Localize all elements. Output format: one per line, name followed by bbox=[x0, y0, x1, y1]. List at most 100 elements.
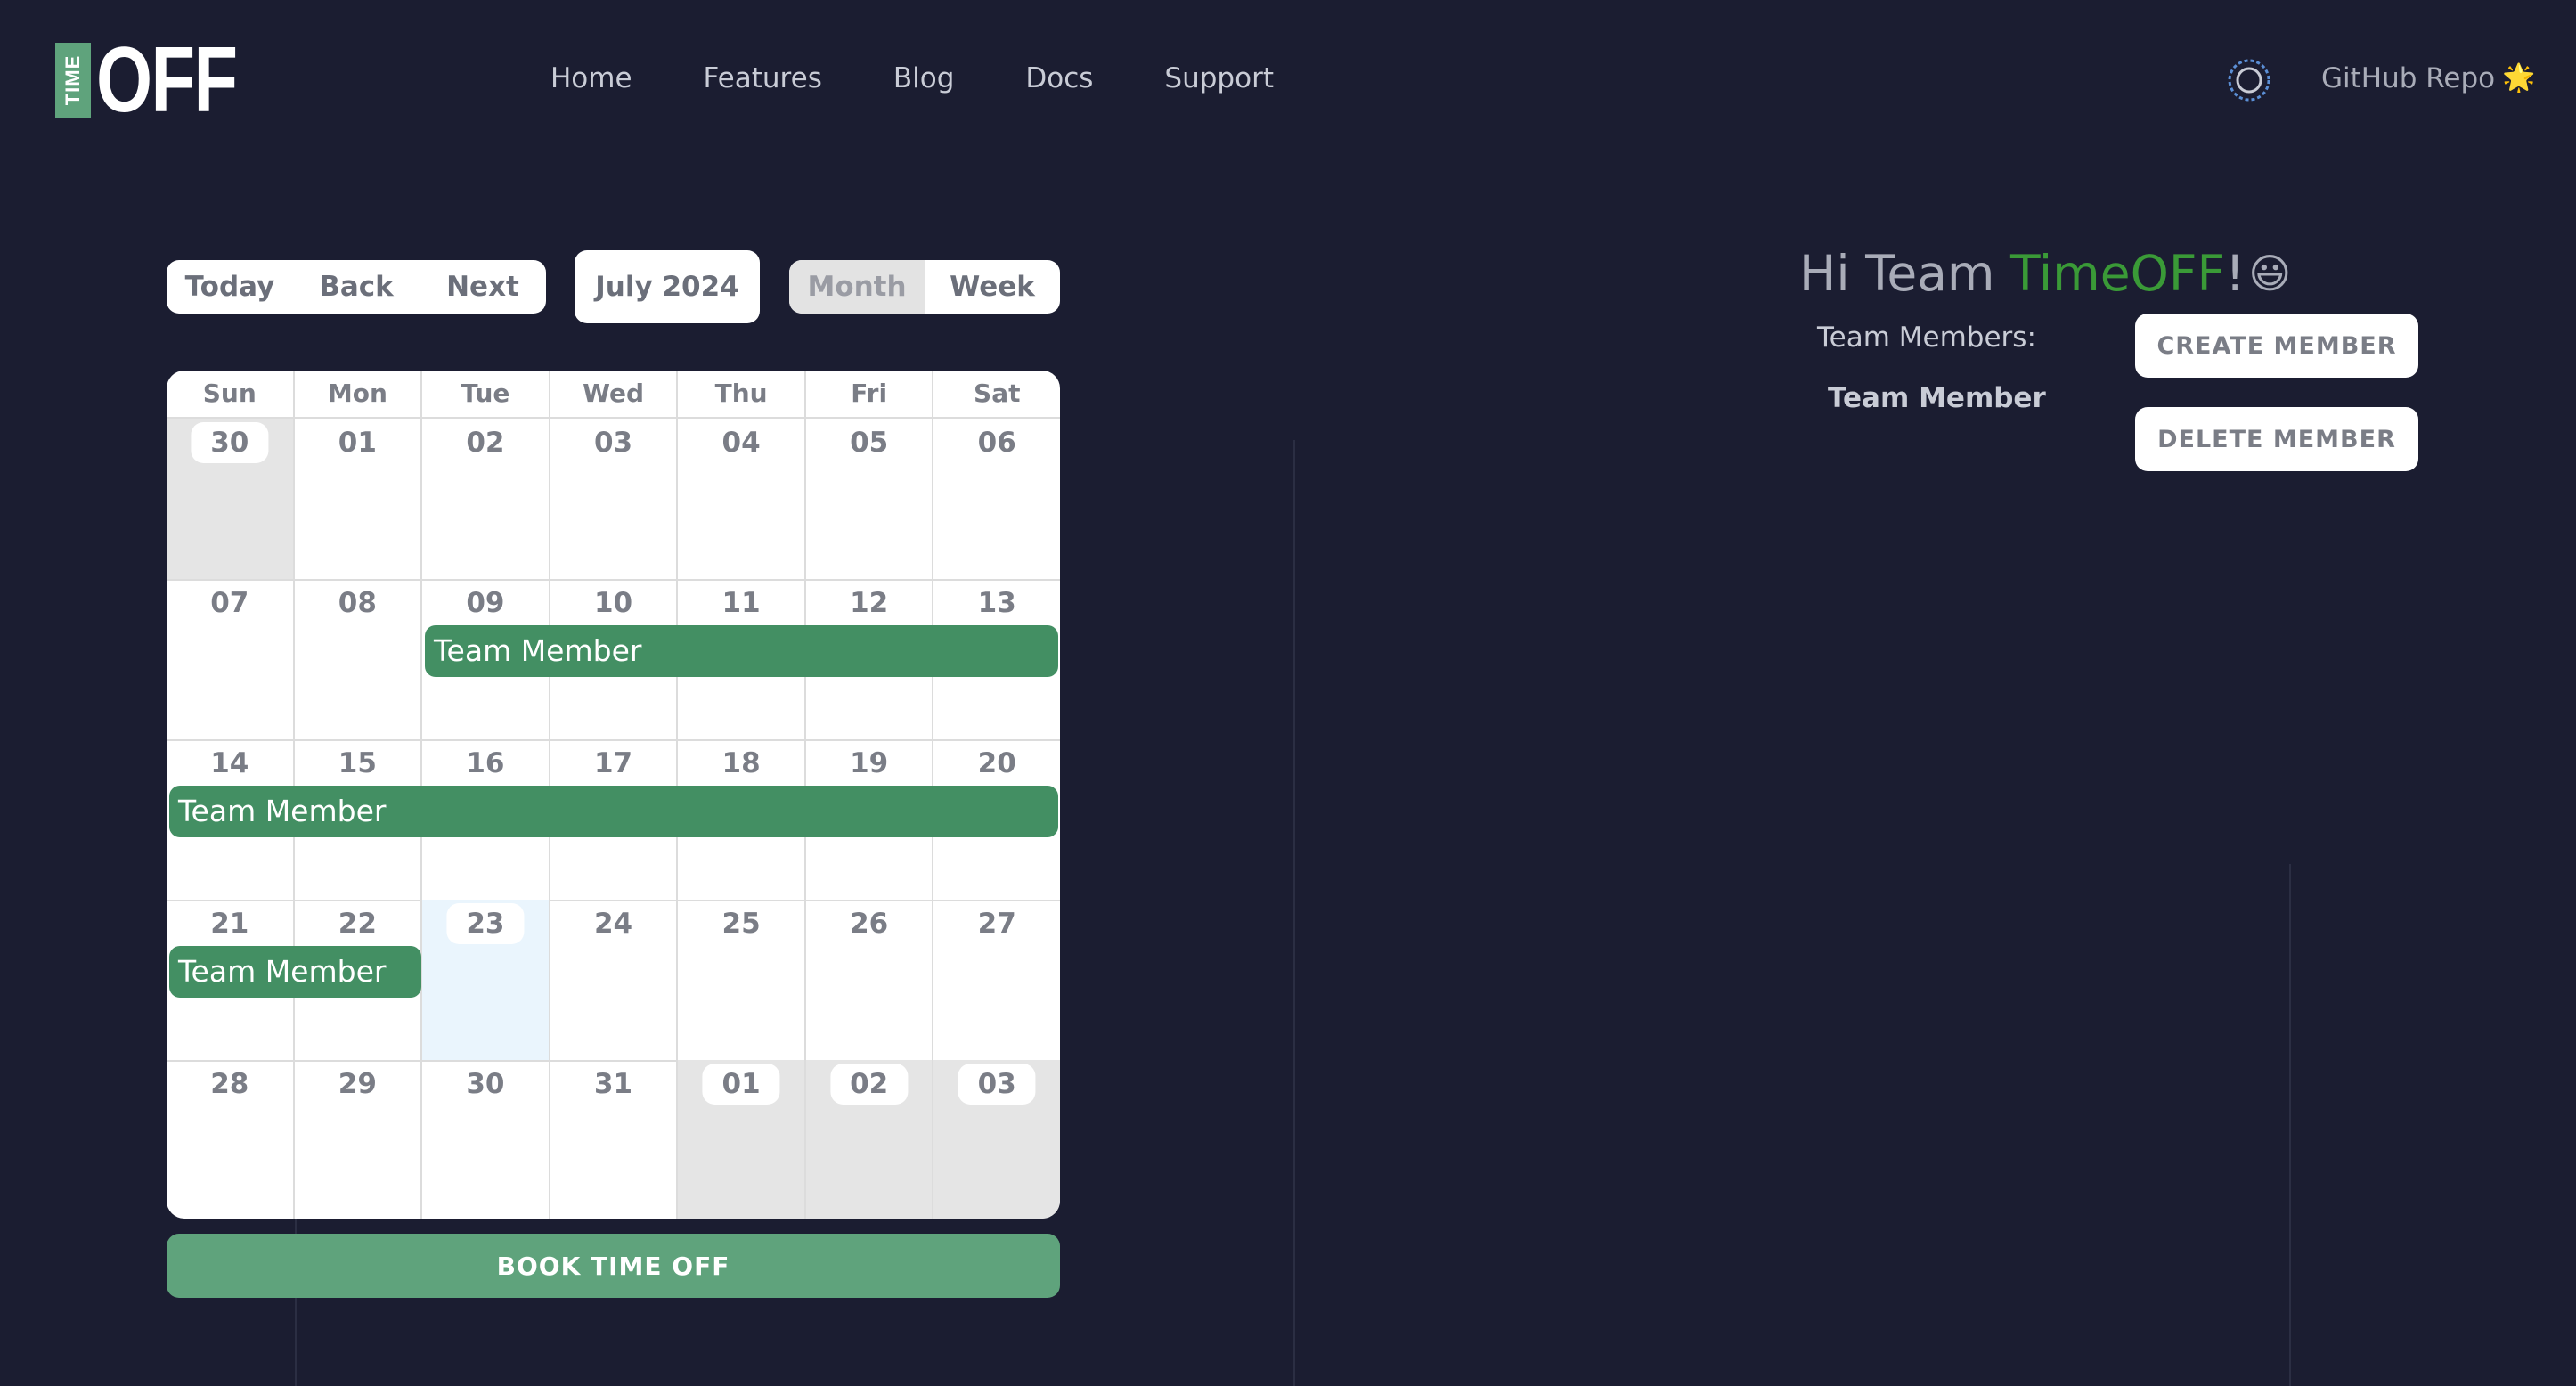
greeting-suffix: ! bbox=[2225, 245, 2246, 302]
view-toggle-group: Month Week bbox=[789, 260, 1060, 314]
theme-toggle-icon[interactable] bbox=[2227, 58, 2271, 102]
divider-line bbox=[1293, 440, 1295, 1386]
divider-line bbox=[2289, 864, 2291, 1386]
day-number[interactable]: 17 bbox=[575, 743, 652, 784]
book-time-off-button[interactable]: BOOK TIME OFF bbox=[167, 1234, 1060, 1298]
weekday-label: Sat bbox=[974, 379, 1021, 408]
create-member-button[interactable]: CREATE MEMBER bbox=[2135, 314, 2418, 378]
back-button[interactable]: Back bbox=[293, 260, 420, 314]
day-number[interactable]: 22 bbox=[319, 903, 396, 944]
view-week-button[interactable]: Week bbox=[925, 260, 1060, 314]
day-number[interactable]: 03 bbox=[958, 1064, 1036, 1105]
smiley-icon: 😃 bbox=[2248, 249, 2292, 298]
day-cell[interactable]: 02 bbox=[805, 1060, 934, 1219]
time-off-event[interactable]: Team Member bbox=[169, 786, 1058, 837]
star-icon: 🌟 bbox=[2502, 62, 2536, 94]
day-number[interactable]: 14 bbox=[191, 743, 268, 784]
day-number[interactable]: 31 bbox=[575, 1064, 652, 1105]
today-button[interactable]: Today bbox=[167, 260, 293, 314]
github-repo-link[interactable]: GitHub Repo 🌟 bbox=[2321, 59, 2536, 98]
logo-big-text: OFF bbox=[96, 29, 238, 132]
day-number[interactable]: 16 bbox=[446, 743, 524, 784]
day-number[interactable]: 13 bbox=[958, 583, 1036, 624]
day-number[interactable]: 29 bbox=[319, 1064, 396, 1105]
day-number[interactable]: 09 bbox=[446, 583, 524, 624]
day-number[interactable]: 02 bbox=[830, 1064, 909, 1105]
weekday-label: Tue bbox=[422, 371, 550, 417]
calendar-week-row: 30 01 02 03 04 05 06 bbox=[167, 419, 1060, 581]
day-number[interactable]: 18 bbox=[703, 743, 780, 784]
nav-blog[interactable]: Blog bbox=[893, 59, 955, 98]
day-cell[interactable]: 30 bbox=[422, 1060, 550, 1219]
day-cell[interactable]: 27 bbox=[933, 900, 1060, 1060]
nav-features[interactable]: Features bbox=[704, 59, 822, 98]
calendar-month-view: Sun Mon Tue Wed Thu Fri Sat 30 01 02 03 … bbox=[167, 371, 1060, 1219]
day-number[interactable]: 19 bbox=[830, 743, 908, 784]
greeting-prefix: Hi Team bbox=[1799, 245, 2010, 302]
day-cell[interactable]: 25 bbox=[678, 900, 806, 1060]
day-number[interactable]: 03 bbox=[575, 422, 652, 463]
time-off-event[interactable]: Team Member bbox=[425, 625, 1058, 677]
weekday-label: Sun bbox=[167, 371, 295, 417]
day-number[interactable]: 21 bbox=[191, 903, 268, 944]
weekday-label: Fri bbox=[806, 371, 934, 417]
calendar-nav-group: Today Back Next bbox=[167, 260, 546, 314]
nav-support[interactable]: Support bbox=[1164, 59, 1274, 98]
nav-home[interactable]: Home bbox=[550, 59, 632, 98]
day-cell[interactable]: 29 bbox=[295, 1060, 423, 1219]
day-cell[interactable]: 07 bbox=[167, 579, 295, 739]
day-cell[interactable]: 08 bbox=[295, 579, 423, 739]
day-cell[interactable]: 03 bbox=[550, 419, 679, 579]
day-number[interactable]: 24 bbox=[575, 903, 652, 944]
greeting-brand: TimeOFF bbox=[2009, 245, 2226, 302]
day-number[interactable]: 08 bbox=[319, 583, 396, 624]
day-number[interactable]: 07 bbox=[191, 583, 268, 624]
team-members-label: Team Members: bbox=[1817, 322, 2036, 354]
day-cell[interactable]: 31 bbox=[550, 1060, 679, 1219]
day-cell[interactable]: 04 bbox=[678, 419, 806, 579]
day-cell[interactable]: 02 bbox=[422, 419, 550, 579]
day-number[interactable]: 15 bbox=[319, 743, 396, 784]
day-number[interactable]: 20 bbox=[958, 743, 1036, 784]
view-month-button[interactable]: Month bbox=[789, 260, 925, 314]
day-number[interactable]: 23 bbox=[446, 903, 525, 944]
weekday-label: Mon bbox=[295, 371, 423, 417]
day-number[interactable]: 11 bbox=[703, 583, 780, 624]
day-number[interactable]: 28 bbox=[191, 1064, 268, 1105]
day-cell[interactable]: 01 bbox=[678, 1060, 806, 1219]
weekday-label: Thu bbox=[678, 371, 806, 417]
day-number[interactable]: 27 bbox=[958, 903, 1036, 944]
day-number[interactable]: 06 bbox=[958, 422, 1036, 463]
timeoff-logo[interactable]: TIME OFF bbox=[55, 29, 276, 132]
day-cell-today[interactable]: 23 bbox=[422, 900, 550, 1060]
day-number[interactable]: 02 bbox=[446, 422, 524, 463]
day-cell[interactable]: 05 bbox=[806, 419, 934, 579]
next-button[interactable]: Next bbox=[420, 260, 546, 314]
weekday-label: Wed bbox=[550, 371, 679, 417]
time-off-event[interactable]: Team Member bbox=[169, 946, 421, 998]
day-cell[interactable]: 28 bbox=[167, 1060, 295, 1219]
day-cell[interactable]: 01 bbox=[295, 419, 423, 579]
day-number[interactable]: 01 bbox=[319, 422, 396, 463]
day-cell[interactable]: 06 bbox=[933, 419, 1060, 579]
day-number[interactable]: 25 bbox=[703, 903, 780, 944]
nav-docs[interactable]: Docs bbox=[1025, 59, 1093, 98]
team-member-item[interactable]: Team Member bbox=[1828, 379, 2046, 418]
delete-member-button[interactable]: DELETE MEMBER bbox=[2135, 407, 2418, 471]
day-number[interactable]: 04 bbox=[703, 422, 780, 463]
main-nav: Home Features Blog Docs Support bbox=[550, 59, 1345, 98]
day-cell[interactable]: 26 bbox=[806, 900, 934, 1060]
day-number[interactable]: 05 bbox=[830, 422, 908, 463]
day-number[interactable]: 12 bbox=[830, 583, 908, 624]
day-number[interactable]: 26 bbox=[830, 903, 908, 944]
github-label: GitHub Repo bbox=[2321, 62, 2496, 94]
logo-small-text: TIME bbox=[61, 54, 84, 106]
day-number[interactable]: 30 bbox=[191, 422, 269, 463]
day-cell[interactable]: 03 bbox=[933, 1060, 1060, 1219]
day-cell[interactable]: 24 bbox=[550, 900, 679, 1060]
day-number[interactable]: 01 bbox=[702, 1064, 780, 1105]
weekday-header: Sun Mon Tue Wed Thu Fri Sat bbox=[167, 371, 1060, 419]
day-number[interactable]: 10 bbox=[575, 583, 652, 624]
day-cell[interactable]: 30 bbox=[167, 419, 295, 579]
day-number[interactable]: 30 bbox=[446, 1064, 524, 1105]
